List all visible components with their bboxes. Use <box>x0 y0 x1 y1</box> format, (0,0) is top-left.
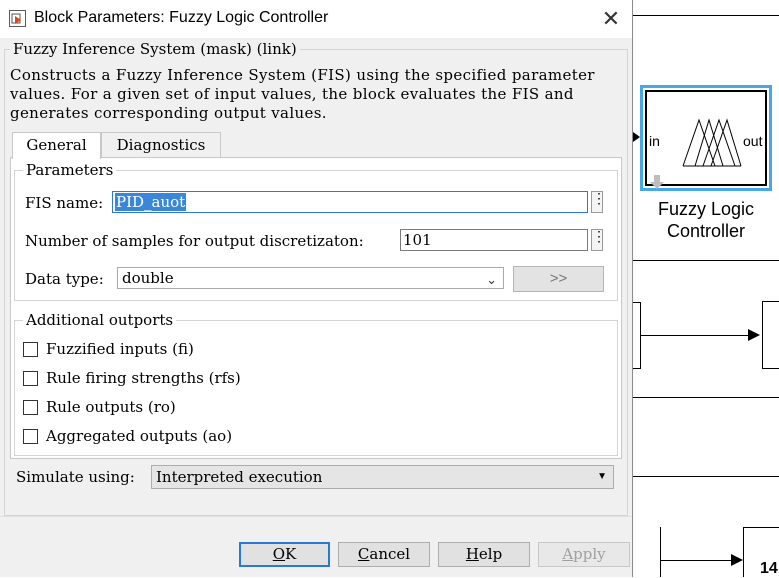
block-parameters-dialog: Block Parameters: Fuzzy Logic Controller… <box>0 0 633 577</box>
fis-name-options-button[interactable]: ⋮ <box>591 191 606 213</box>
close-icon[interactable]: ✕ <box>596 6 626 32</box>
data-type-value: double <box>122 269 174 287</box>
data-type-select[interactable]: double ⌄ <box>117 267 504 289</box>
button-separator <box>0 516 632 517</box>
in-port-label: in <box>649 133 660 149</box>
apply-label-rest: pply <box>573 545 606 563</box>
canvas-line <box>633 15 779 16</box>
simulate-using-select[interactable]: Interpreted execution ▼ <box>151 465 614 489</box>
general-tab-panel: Parameters FIS name: PID_auot ⋮ Number o… <box>10 157 622 459</box>
block-edge <box>743 527 779 528</box>
data-type-label: Data type: <box>25 270 104 288</box>
rule-firing-strengths-label[interactable]: Rule firing strengths (rfs) <box>46 369 241 387</box>
cancel-button[interactable]: Cancel <box>338 542 430 567</box>
outports-legend: Additional outports <box>23 311 177 329</box>
parameters-legend: Parameters <box>23 161 117 179</box>
canvas-line <box>633 368 641 369</box>
tab-general[interactable]: General <box>12 132 101 159</box>
ok-mnemonic: O <box>272 545 286 563</box>
canvas-line <box>633 260 779 261</box>
block-body: in out <box>645 90 767 189</box>
block-edge <box>743 527 744 577</box>
block-edge <box>762 301 779 302</box>
data-type-assistant-button[interactable]: >> <box>513 266 604 292</box>
help-label-rest: elp <box>478 545 503 563</box>
help-button[interactable]: Help <box>438 542 530 567</box>
apply-button[interactable]: Apply <box>538 542 630 567</box>
block-fragment-label: 14 <box>760 560 778 577</box>
title-bar[interactable]: Block Parameters: Fuzzy Logic Controller… <box>0 0 632 38</box>
block-name-label[interactable]: Fuzzy Logic Controller <box>634 198 778 242</box>
rule-outputs-label[interactable]: Rule outputs (ro) <box>46 398 176 416</box>
simulink-block-icon <box>9 10 26 27</box>
link-arrow-icon <box>650 175 664 189</box>
block-edge <box>762 368 779 369</box>
samples-field[interactable]: 101 <box>400 229 588 251</box>
aggregated-outputs-label[interactable]: Aggregated outputs (ao) <box>46 427 232 445</box>
mask-description: Constructs a Fuzzy Inference System (FIS… <box>10 66 595 122</box>
samples-options-button[interactable]: ⋮ <box>591 229 606 251</box>
fis-name-label: FIS name: <box>25 194 104 212</box>
block-edge <box>660 527 661 577</box>
cancel-label-rest: ancel <box>369 545 411 563</box>
membership-functions-icon <box>682 118 742 167</box>
input-arrow <box>633 132 640 142</box>
rule-outputs-checkbox[interactable] <box>23 400 38 415</box>
signal-line <box>661 560 741 561</box>
canvas-line <box>633 476 779 477</box>
chevron-down-icon: ⌄ <box>486 272 497 287</box>
ok-button[interactable]: OK <box>239 542 330 567</box>
fuzzified-inputs-checkbox[interactable] <box>23 342 38 357</box>
simulate-using-value: Interpreted execution <box>156 468 323 486</box>
dropdown-arrow-icon: ▼ <box>597 471 607 482</box>
signal-line <box>641 335 749 336</box>
fis-name-field[interactable]: PID_auot <box>112 191 588 213</box>
signal-arrow <box>731 554 743 566</box>
signal-arrow <box>748 329 760 341</box>
fis-name-value: PID_auot <box>115 193 187 211</box>
fis-group-title: Fuzzy Inference System (mask) (link) <box>10 40 300 58</box>
fuzzified-inputs-label[interactable]: Fuzzified inputs (fi) <box>46 340 194 358</box>
tab-diagnostics[interactable]: Diagnostics <box>101 132 221 158</box>
fuzzy-logic-controller-block[interactable]: in out <box>640 85 772 191</box>
canvas-line <box>633 397 779 398</box>
rule-firing-strengths-checkbox[interactable] <box>23 371 38 386</box>
simulate-using-label: Simulate using: <box>16 468 135 486</box>
dialog-title: Block Parameters: Fuzzy Logic Controller <box>34 9 329 26</box>
ok-label-rest: K <box>285 545 297 563</box>
apply-mnemonic: A <box>562 545 574 563</box>
block-edge <box>762 301 763 369</box>
samples-label: Number of samples for output discretizat… <box>25 232 364 250</box>
cancel-mnemonic: C <box>357 545 370 563</box>
help-mnemonic: H <box>465 545 479 563</box>
aggregated-outputs-checkbox[interactable] <box>23 429 38 444</box>
